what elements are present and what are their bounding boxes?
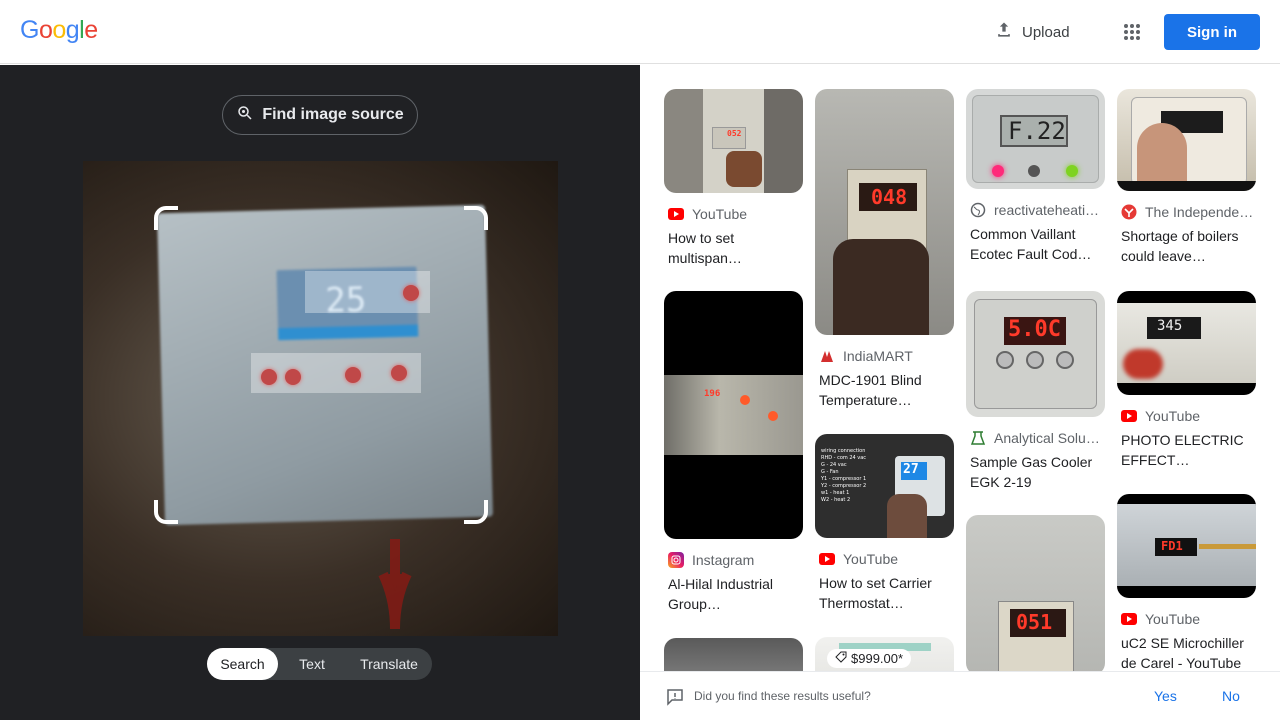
price-tag-icon: [835, 651, 847, 666]
result-card[interactable]: The Independe… Shortage of boilers could…: [1117, 89, 1256, 266]
feedback-no-button[interactable]: No: [1222, 688, 1240, 704]
price-badge: $999.00*: [827, 649, 912, 668]
feedback-bar: Did you find these results useful? Yes N…: [640, 671, 1280, 720]
result-source: YouTube: [1145, 611, 1201, 627]
indiamart-icon: [819, 348, 835, 364]
crop-handle-bottom-left[interactable]: [154, 500, 178, 524]
result-card[interactable]: 196 Instagram Al-Hilal Industrial Group…: [664, 291, 803, 614]
result-thumbnail[interactable]: 052: [664, 89, 803, 193]
result-source: IndiaMART: [843, 348, 913, 364]
result-card[interactable]: 048 IndiaMART MDC-1901 Blind Temperature…: [815, 89, 954, 410]
find-image-source-button[interactable]: Find image source: [222, 95, 418, 135]
result-card[interactable]: [664, 638, 803, 671]
analytical-icon: [970, 430, 986, 446]
device-button: [285, 369, 301, 385]
result-title[interactable]: uC2 SE Microchiller de Carel - YouTube: [1121, 633, 1256, 671]
result-thumbnail[interactable]: 051: [966, 515, 1105, 671]
upload-button[interactable]: Upload: [984, 14, 1080, 50]
youtube-icon: [668, 206, 684, 222]
result-card[interactable]: $999.00*: [815, 637, 954, 671]
result-thumbnail[interactable]: FD1: [1117, 494, 1256, 598]
result-card[interactable]: 052 YouTube How to set multispan…: [664, 89, 803, 268]
result-thumbnail[interactable]: [1117, 89, 1256, 191]
mode-search[interactable]: Search: [207, 648, 278, 680]
result-title[interactable]: How to set Carrier Thermostat…: [819, 573, 954, 613]
result-thumbnail[interactable]: 196: [664, 291, 803, 539]
youtube-icon: [819, 551, 835, 567]
result-thumbnail[interactable]: 5.0C: [966, 291, 1105, 417]
result-card[interactable]: 051: [966, 515, 1105, 671]
mode-switcher: Search Text Translate: [207, 648, 432, 680]
result-title[interactable]: MDC-1901 Blind Temperature…: [819, 370, 954, 410]
feedback-icon: [666, 688, 684, 711]
result-thumbnail[interactable]: wiring connection RHD - com 24 vac G - 24 …: [815, 434, 954, 538]
sign-in-button[interactable]: Sign in: [1164, 14, 1260, 50]
upload-label: Upload: [1022, 23, 1070, 41]
result-card[interactable]: 345 YouTube PHOTO ELECTRIC EFFECT…: [1117, 291, 1256, 470]
query-panel: Find image source 25 Search Text Transla…: [0, 65, 640, 720]
header: Google Upload Sign in: [0, 0, 1280, 64]
youtube-icon: [1121, 408, 1137, 424]
visual-matches: 052 YouTube How to set multispan… 196 In…: [640, 65, 1280, 671]
mode-translate[interactable]: Translate: [346, 648, 432, 680]
globe-icon: [970, 202, 986, 218]
lens-search-icon: [236, 104, 254, 127]
result-title[interactable]: Al-Hilal Industrial Group…: [668, 574, 803, 614]
result-source: YouTube: [843, 551, 899, 567]
mode-text[interactable]: Text: [278, 648, 346, 680]
result-source: Instagram: [692, 552, 755, 568]
result-title[interactable]: Common Vaillant Ecotec Fault Cod…: [970, 224, 1105, 264]
result-title[interactable]: Shortage of boilers could leave…: [1121, 226, 1256, 266]
result-thumbnail[interactable]: 048: [815, 89, 954, 335]
result-source: YouTube: [692, 206, 748, 222]
instagram-icon: [668, 552, 684, 568]
result-source: reactivateheati…: [994, 202, 1100, 218]
result-source: The Independe…: [1145, 204, 1254, 220]
result-thumbnail[interactable]: 345: [1117, 291, 1256, 395]
result-title[interactable]: Sample Gas Cooler EGK 2-19: [970, 452, 1105, 492]
result-title[interactable]: PHOTO ELECTRIC EFFECT…: [1121, 430, 1256, 470]
crop-handle-top-right[interactable]: [464, 206, 488, 230]
apps-grid-icon[interactable]: [1114, 14, 1150, 50]
crop-handle-bottom-right[interactable]: [464, 500, 488, 524]
feedback-question: Did you find these results useful?: [694, 689, 871, 703]
device-button: [391, 365, 407, 381]
google-logo[interactable]: Google: [20, 16, 98, 45]
feedback-yes-button[interactable]: Yes: [1154, 688, 1177, 704]
device-led: [403, 285, 419, 301]
result-thumbnail[interactable]: [664, 638, 803, 671]
youtube-icon: [1121, 611, 1137, 627]
independent-icon: [1121, 204, 1137, 220]
result-source: Analytical Solu…: [994, 430, 1100, 446]
find-image-source-label: Find image source: [262, 106, 404, 123]
result-card[interactable]: FD1 YouTube uC2 SE Microchiller de Carel…: [1117, 494, 1256, 671]
red-arrow-sign: [378, 539, 412, 629]
device-button: [345, 367, 361, 383]
query-image[interactable]: 25: [83, 161, 558, 636]
result-card[interactable]: 5.0C Analytical Solu… Sample Gas Cooler …: [966, 291, 1105, 492]
device-button: [261, 369, 277, 385]
result-card[interactable]: wiring connection RHD - com 24 vac G - 24 …: [815, 434, 954, 613]
result-thumbnail[interactable]: $999.00*: [815, 637, 954, 671]
upload-icon: [994, 20, 1014, 44]
result-title[interactable]: How to set multispan…: [668, 228, 803, 268]
result-card[interactable]: F.22 reactivateheati… Common Vaillant Ec…: [966, 89, 1105, 264]
result-source: YouTube: [1145, 408, 1201, 424]
crop-handle-top-left[interactable]: [154, 206, 178, 230]
result-thumbnail[interactable]: F.22: [966, 89, 1105, 189]
